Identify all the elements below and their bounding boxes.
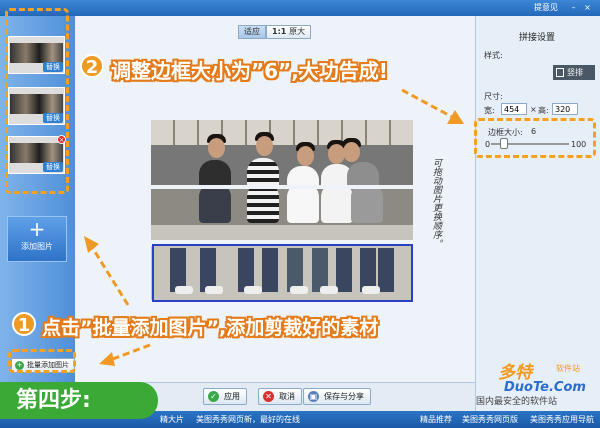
arrow-to-add [90,246,130,306]
watermark-site: DuoTe.Com [504,380,586,395]
step1-instruction: 点击”批量添加图片”,添加剪裁好的素材 [42,317,379,339]
arrowhead [84,236,99,253]
step2-instruction: 调整边框大小为”6”,大功告成! [111,59,388,83]
watermark-brand-sub: 软件站 [556,364,580,373]
arrowhead [447,110,464,124]
site-watermark: 多特 软件站 DuoTe.Com 国内最安全的软件站 [476,358,598,407]
arrow-to-batch [109,343,151,362]
step1-number: 1 [12,312,36,336]
arrowhead [99,352,115,366]
step2-number: 2 [80,54,104,78]
watermark-slogan: 国内最安全的软件站 [476,397,558,407]
arrow-to-border [401,88,455,120]
